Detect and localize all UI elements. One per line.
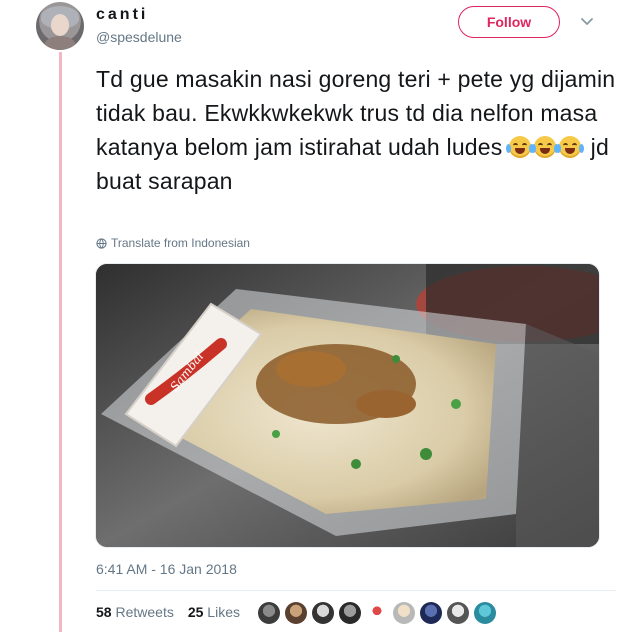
chevron-down-icon[interactable] <box>580 14 594 28</box>
likes-count: 25 <box>187 604 204 620</box>
liker-avatar[interactable] <box>393 602 415 624</box>
liker-avatar[interactable] <box>366 602 388 624</box>
globe-icon <box>96 237 107 249</box>
liker-avatar[interactable] <box>474 602 496 624</box>
retweets-label: Retweets <box>115 604 174 620</box>
translate-link[interactable]: Translate from Indonesian <box>96 236 250 250</box>
tweet-text: Td gue masakin nasi goreng teri + pete y… <box>96 62 616 198</box>
avatar-shirt <box>44 36 76 50</box>
retweets-count: 58 <box>96 604 112 620</box>
tears-of-joy-emoji-icon <box>506 136 535 158</box>
likes-label: Likes <box>207 604 240 620</box>
tweet-photo[interactable]: Sambal <box>95 263 600 548</box>
divider <box>96 590 616 591</box>
liker-avatar[interactable] <box>420 602 442 624</box>
likers-avatar-row <box>258 602 496 624</box>
follow-button[interactable]: Follow <box>458 6 560 38</box>
tears-of-joy-emoji-icon <box>556 136 585 158</box>
liker-avatar[interactable] <box>258 602 280 624</box>
translate-label: Translate from Indonesian <box>111 236 250 250</box>
user-handle[interactable]: @spesdelune <box>96 29 182 45</box>
avatar-face <box>51 14 69 36</box>
thread-line <box>59 52 62 632</box>
tweet-timestamp[interactable]: 6:41 AM - 16 Jan 2018 <box>96 561 237 577</box>
likes-stat[interactable]: 25 Likes <box>188 604 240 620</box>
tweet-stats: 58 Retweets 25 Likes <box>96 604 240 620</box>
tears-of-joy-emoji-icon <box>531 136 560 158</box>
avatar[interactable] <box>36 2 84 50</box>
liker-avatar[interactable] <box>339 602 361 624</box>
fried-rice-photo: Sambal <box>96 264 599 547</box>
retweets-stat[interactable]: 58 Retweets <box>96 604 174 620</box>
liker-avatar[interactable] <box>312 602 334 624</box>
user-display-name[interactable]: canti <box>96 6 148 24</box>
liker-avatar[interactable] <box>285 602 307 624</box>
liker-avatar[interactable] <box>447 602 469 624</box>
